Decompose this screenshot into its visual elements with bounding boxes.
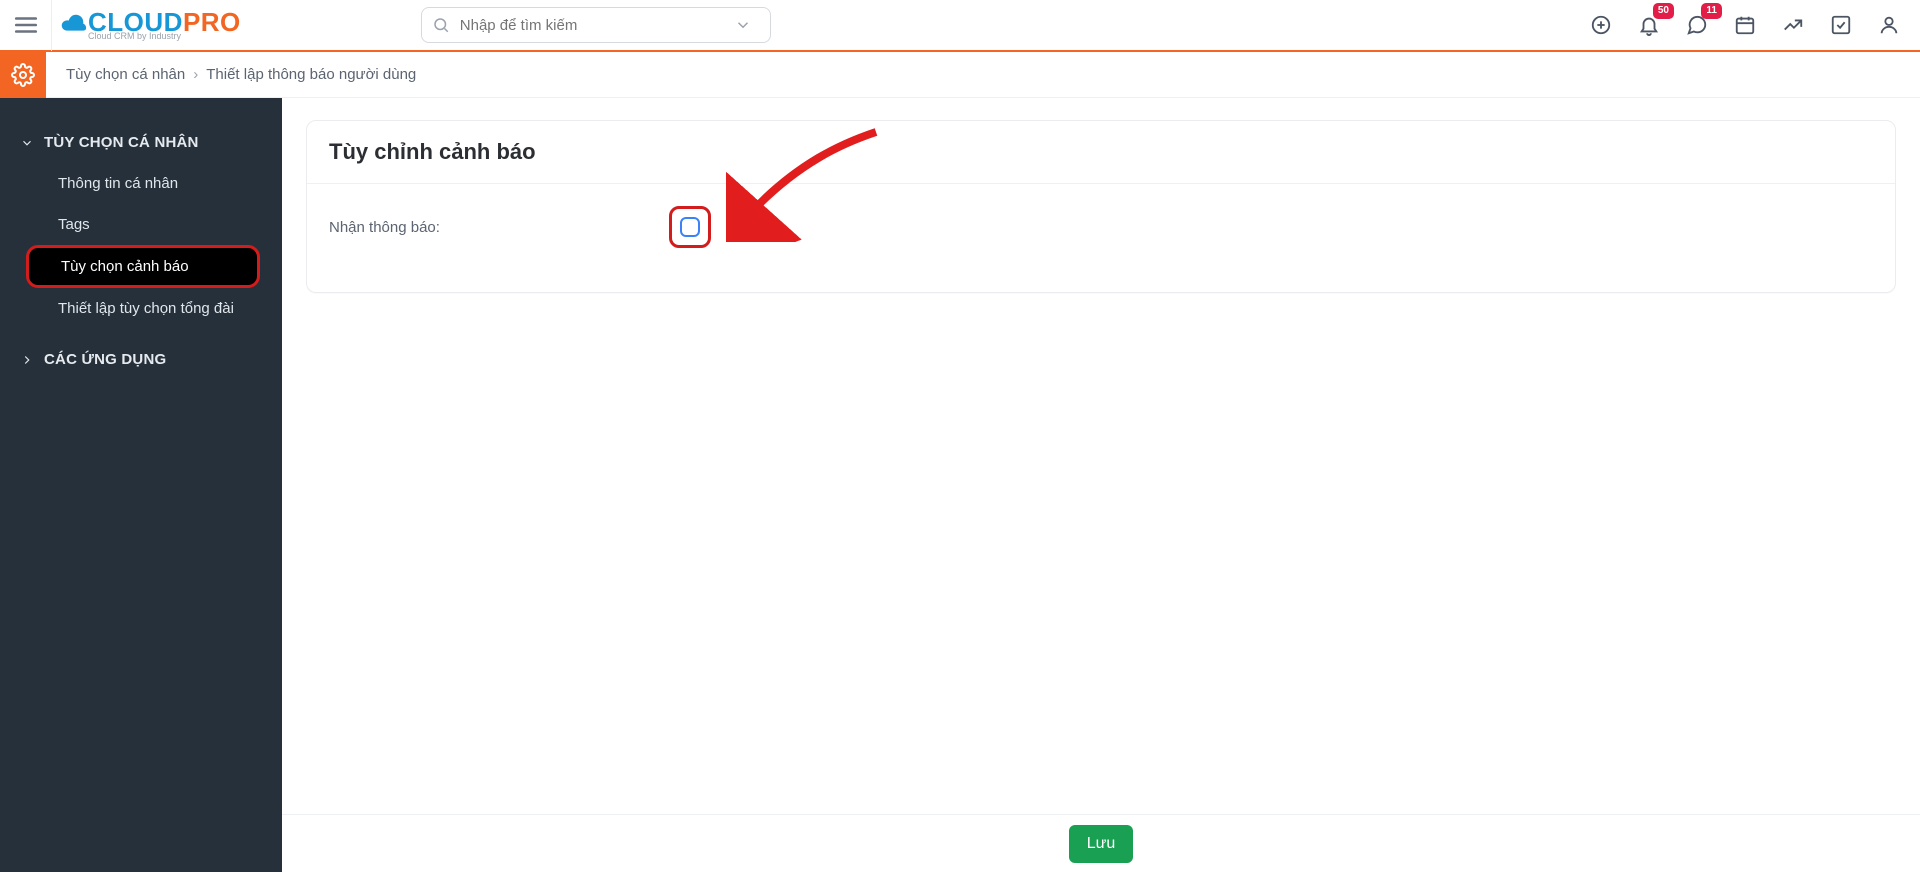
annotation-highlight-box (669, 206, 711, 248)
top-header: CLOUD PRO Cloud CRM by Industry 50 11 (0, 0, 1920, 52)
notifications-badge: 50 (1653, 3, 1674, 19)
breadcrumb-row: Tùy chọn cá nhân › Thiết lập thông báo n… (0, 52, 1920, 98)
breadcrumb-current: Thiết lập thông báo người dùng (206, 66, 416, 83)
breadcrumb-separator: › (193, 66, 198, 83)
logo-subtext: Cloud CRM by Industry (88, 32, 241, 41)
header-actions: 50 11 (1588, 12, 1920, 38)
alert-settings-panel: Tùy chỉnh cảnh báo Nhận thông báo: (306, 120, 1896, 293)
global-search[interactable] (421, 7, 771, 43)
hamburger-button[interactable] (0, 0, 52, 51)
chevron-down-icon[interactable] (734, 16, 752, 34)
profile-button[interactable] (1876, 12, 1902, 38)
messages-badge: 11 (1701, 3, 1722, 19)
breadcrumb: Tùy chọn cá nhân › Thiết lập thông báo n… (46, 52, 416, 97)
calendar-button[interactable] (1732, 12, 1758, 38)
sidebar-group-personal-title: TÙY CHỌN CÁ NHÂN (44, 134, 199, 151)
chevron-down-icon (20, 136, 34, 150)
save-button[interactable]: Lưu (1069, 825, 1134, 863)
sidebar-item-pbx-options[interactable]: Thiết lập tùy chọn tổng đài (0, 288, 282, 329)
cloud-icon (58, 10, 88, 40)
gear-icon (11, 63, 35, 87)
chevron-right-icon (20, 353, 34, 367)
sidebar-item-alert-options[interactable]: Tùy chọn cảnh báo (26, 245, 260, 288)
app-logo[interactable]: CLOUD PRO Cloud CRM by Industry (52, 0, 251, 51)
receive-notifications-label: Nhận thông báo: (329, 219, 669, 236)
tasks-button[interactable] (1828, 12, 1854, 38)
breadcrumb-personal-options[interactable]: Tùy chọn cá nhân (66, 66, 185, 83)
calendar-icon (1734, 14, 1756, 36)
messages-button[interactable]: 11 (1684, 12, 1710, 38)
chart-icon (1782, 14, 1804, 36)
user-icon (1878, 14, 1900, 36)
quick-create-button[interactable] (1588, 12, 1614, 38)
search-icon (432, 16, 450, 34)
sidebar-group-apps[interactable]: CÁC ỨNG DỤNG (0, 339, 282, 380)
check-square-icon (1830, 14, 1852, 36)
sidebar-item-tags[interactable]: Tags (0, 204, 282, 245)
content-footer: Lưu (282, 814, 1920, 872)
settings-tile[interactable] (0, 52, 46, 98)
sidebar-group-apps-title: CÁC ỨNG DỤNG (44, 351, 166, 368)
reports-button[interactable] (1780, 12, 1806, 38)
sidebar-item-personal-info[interactable]: Thông tin cá nhân (0, 163, 282, 204)
panel-title: Tùy chỉnh cảnh báo (329, 139, 1873, 165)
search-input[interactable] (458, 16, 734, 35)
settings-sidebar: TÙY CHỌN CÁ NHÂN Thông tin cá nhân Tags … (0, 98, 282, 872)
content-area: Tùy chỉnh cảnh báo Nhận thông báo: (282, 98, 1920, 872)
receive-notifications-checkbox[interactable] (680, 217, 700, 237)
notifications-button[interactable]: 50 (1636, 12, 1662, 38)
sidebar-group-personal[interactable]: TÙY CHỌN CÁ NHÂN (0, 122, 282, 163)
